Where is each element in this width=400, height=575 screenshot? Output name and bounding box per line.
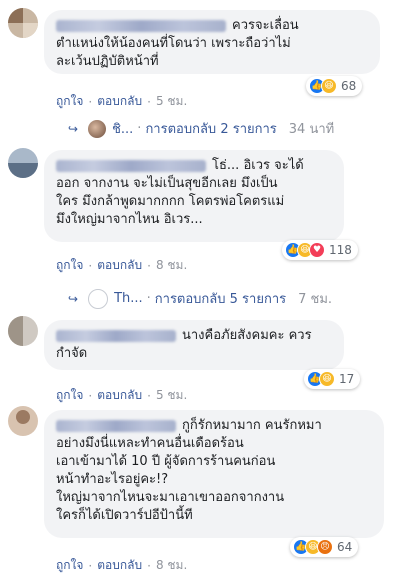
reply-link[interactable]: ตอบกลับ — [97, 256, 142, 275]
commenter-name-blurred[interactable] — [56, 329, 176, 342]
comment-bubble: ควรจะเลื่อน ตำแหน่งให้น้องคนที่โดนว่า เพ… — [44, 10, 380, 74]
reply-arrow-icon: ↪ — [68, 121, 79, 136]
replier-name[interactable]: ชิ... — [112, 118, 133, 139]
reply-arrow-icon: ↪ — [68, 291, 79, 306]
love-reaction-icon: ♥ — [309, 242, 325, 258]
replier-avatar — [88, 288, 109, 309]
reaction-summary[interactable]: 👍 😆 ♥ 118 — [282, 240, 358, 260]
reaction-count: 68 — [341, 79, 357, 93]
timestamp[interactable]: 5 ชม. — [156, 386, 187, 405]
comment-text: กูก็รักหมามาก คนรักหมา อย่างมึงนี่แหละทำ… — [56, 418, 322, 523]
separator: · — [88, 94, 93, 109]
avatar[interactable] — [8, 406, 38, 436]
separator: · — [146, 291, 151, 306]
reaction-summary[interactable]: 👍 😆 17 — [304, 369, 361, 389]
replier-name[interactable]: Th... — [114, 291, 143, 306]
commenter-name-blurred[interactable] — [56, 419, 176, 432]
separator: · — [88, 258, 93, 273]
comment-bubble: นางคือภัยสังคมคะ ควร กำจัด — [44, 320, 344, 370]
timestamp[interactable]: 8 ชม. — [156, 256, 187, 275]
reaction-count: 64 — [337, 540, 353, 554]
avatar[interactable] — [8, 8, 38, 38]
reaction-count: 17 — [339, 372, 355, 386]
like-link[interactable]: ถูกใจ — [56, 92, 83, 111]
like-link[interactable]: ถูกใจ — [56, 256, 83, 275]
reply-time: 34 นาที — [288, 122, 335, 137]
comment-actions: ถูกใจ · ตอบกลับ · 8 ชม. — [56, 556, 187, 575]
separator: · — [147, 388, 151, 403]
angry-reaction-icon: 😠 — [317, 539, 333, 555]
reply-link[interactable]: ตอบกลับ — [97, 386, 142, 405]
reaction-summary[interactable]: 👍 😆 😠 64 — [290, 537, 359, 557]
comment-bubble: โธ่... อิเวร จะได้ ออก จากงาน จะไม่เป็นส… — [44, 150, 344, 242]
separator: · — [147, 558, 151, 573]
reaction-summary[interactable]: 👍 😆 68 — [306, 76, 363, 96]
separator: · — [147, 258, 151, 273]
timestamp[interactable]: 8 ชม. — [156, 556, 187, 575]
separator: · — [88, 388, 93, 403]
reply-link[interactable]: ตอบกลับ — [97, 92, 142, 111]
separator: · — [147, 94, 151, 109]
like-link[interactable]: ถูกใจ — [56, 386, 83, 405]
separator: · — [88, 558, 93, 573]
comment-bubble: กูก็รักหมามาก คนรักหมา อย่างมึงนี่แหละทำ… — [44, 410, 384, 538]
reply-time: 7 ชม. — [298, 292, 333, 307]
haha-reaction-icon: 😆 — [321, 78, 337, 94]
comment-actions: ถูกใจ · ตอบกลับ · 5 ชม. — [56, 386, 187, 405]
reply-count[interactable]: การตอบกลับ 2 รายการ — [145, 118, 276, 139]
separator: · — [137, 121, 142, 136]
like-link[interactable]: ถูกใจ — [56, 556, 83, 575]
commenter-name-blurred[interactable] — [56, 19, 226, 32]
reply-link[interactable]: ตอบกลับ — [97, 556, 142, 575]
view-replies[interactable]: ↪ ชิ... · การตอบกลับ 2 รายการ 34 นาที — [68, 118, 334, 139]
reply-count[interactable]: การตอบกลับ 5 รายการ — [155, 288, 286, 309]
comment-actions: ถูกใจ · ตอบกลับ · 8 ชม. — [56, 256, 187, 275]
avatar[interactable] — [8, 148, 38, 178]
view-replies[interactable]: ↪ Th... · การตอบกลับ 5 รายการ 7 ชม. — [68, 288, 332, 309]
commenter-name-blurred[interactable] — [56, 159, 206, 172]
haha-reaction-icon: 😆 — [319, 371, 335, 387]
timestamp[interactable]: 5 ชม. — [156, 92, 187, 111]
comment-actions: ถูกใจ · ตอบกลับ · 5 ชม. — [56, 92, 187, 111]
replier-avatar — [88, 119, 107, 138]
avatar[interactable] — [8, 316, 38, 346]
reaction-count: 118 — [329, 243, 352, 257]
